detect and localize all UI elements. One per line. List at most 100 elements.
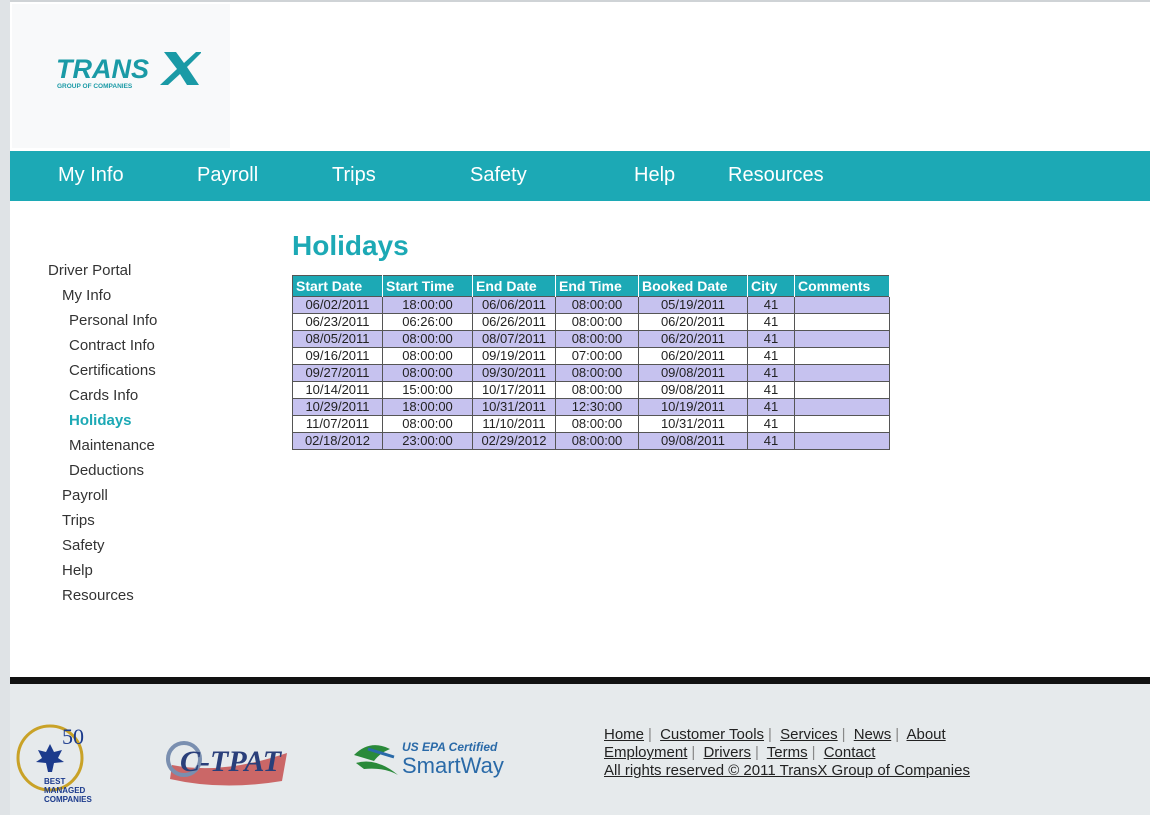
table-cell: 15:00:00: [382, 381, 473, 399]
table-cell: [794, 313, 890, 331]
table-cell: [794, 364, 890, 382]
nav-payroll[interactable]: Payroll: [197, 164, 258, 187]
footer-link-services[interactable]: Services: [780, 726, 838, 743]
table-cell: 05/19/2011: [638, 296, 748, 314]
table-cell: 10/29/2011: [292, 398, 383, 416]
footer-links-row-1: Home | Customer Tools | Services | News | Ab…: [604, 726, 946, 743]
table-row: 09/16/2011 08:00:00 09/19/2011 07:00:00 06/2…: [292, 347, 890, 365]
sidebar-item-personal-info[interactable]: Personal Info: [69, 312, 157, 329]
sidebar-item-maintenance[interactable]: Maintenance: [69, 437, 155, 454]
col-end-date: End Date: [472, 275, 556, 297]
nav-safety[interactable]: Safety: [470, 164, 527, 187]
table-row: 06/23/2011 06:26:00 06/26/2011 08:00:00 06/2…: [292, 313, 890, 331]
holidays-table-body: 06/02/2011 18:00:00 06/06/2011 08:00:00 05/1…: [292, 296, 890, 450]
table-row: 10/14/2011 15:00:00 10/17/2011 08:00:00 09/0…: [292, 381, 890, 399]
table-cell: 02/18/2012: [292, 432, 383, 450]
smartway-top-text: US EPA Certified: [402, 740, 498, 754]
sidebar-item-driver-portal[interactable]: Driver Portal: [48, 262, 131, 279]
col-booked-date: Booked Date: [638, 275, 748, 297]
table-cell: 06/26/2011: [472, 313, 556, 331]
footer-links-row-2: Employment | Drivers | Terms | Contact: [604, 744, 876, 761]
badge-text-2: MANAGED: [44, 786, 86, 795]
table-cell: 06/02/2011: [292, 296, 383, 314]
footer-link-terms[interactable]: Terms: [767, 744, 808, 761]
table-cell: 41: [747, 330, 795, 348]
table-cell: 10/31/2011: [472, 398, 556, 416]
table-cell: [794, 415, 890, 433]
table-cell: 08:00:00: [555, 432, 639, 450]
footer-copyright: All rights reserved © 2011 TransX Group …: [604, 762, 970, 779]
nav-help[interactable]: Help: [634, 164, 675, 187]
table-cell: 41: [747, 381, 795, 399]
col-start-time: Start Time: [382, 275, 473, 297]
footer-link-home[interactable]: Home: [604, 726, 644, 743]
sidebar-item-resources[interactable]: Resources: [62, 587, 134, 604]
nav-trips[interactable]: Trips: [332, 164, 376, 187]
table-row: 09/27/2011 08:00:00 09/30/2011 08:00:00 09/0…: [292, 364, 890, 382]
col-comments: Comments: [794, 275, 890, 297]
sidebar-item-help[interactable]: Help: [62, 562, 93, 579]
table-cell: 06/20/2011: [638, 313, 748, 331]
table-cell: 06/06/2011: [472, 296, 556, 314]
transx-logo[interactable]: TRANS GROUP OF COMPANIES: [56, 48, 201, 90]
logo-x-mark: [160, 52, 201, 85]
table-cell: 18:00:00: [382, 398, 473, 416]
table-cell: 09/08/2011: [638, 432, 748, 450]
table-cell: 08:00:00: [555, 381, 639, 399]
sidebar-item-trips[interactable]: Trips: [62, 512, 95, 529]
sidebar-item-holidays[interactable]: Holidays: [69, 412, 132, 429]
table-cell: 08:00:00: [555, 296, 639, 314]
sidebar-item-certifications[interactable]: Certifications: [69, 362, 156, 379]
table-cell: 06/20/2011: [638, 330, 748, 348]
ctpat-text: C-TPAT: [180, 745, 283, 778]
footer-link-about[interactable]: About: [906, 726, 945, 743]
sidebar-item-cards-info[interactable]: Cards Info: [69, 387, 138, 404]
table-cell: [794, 296, 890, 314]
table-cell: 09/19/2011: [472, 347, 556, 365]
nav-resources[interactable]: Resources: [728, 164, 824, 187]
table-cell: 10/19/2011: [638, 398, 748, 416]
sidebar-item-my-info[interactable]: My Info: [62, 287, 111, 304]
footer-link-drivers[interactable]: Drivers: [703, 744, 751, 761]
table-cell: 41: [747, 432, 795, 450]
table-cell: 09/08/2011: [638, 364, 748, 382]
footer-link-contact[interactable]: Contact: [824, 744, 876, 761]
table-cell: 06/23/2011: [292, 313, 383, 331]
table-row: 06/02/2011 18:00:00 06/06/2011 08:00:00 05/1…: [292, 296, 890, 314]
table-cell: 12:30:00: [555, 398, 639, 416]
table-cell: 07:00:00: [555, 347, 639, 365]
table-cell: 08:00:00: [555, 415, 639, 433]
table-cell: 41: [747, 296, 795, 314]
logo-tagline: GROUP OF COMPANIES: [57, 83, 133, 90]
badge-text-1: BEST: [44, 777, 65, 786]
badge-number: 50: [62, 724, 84, 749]
footer-link-customer-tools[interactable]: Customer Tools: [660, 726, 764, 743]
table-cell: 08/07/2011: [472, 330, 556, 348]
table-cell: 41: [747, 398, 795, 416]
smartway-main-text: SmartWay: [402, 753, 504, 778]
table-cell: 08:00:00: [555, 330, 639, 348]
table-cell: 11/07/2011: [292, 415, 383, 433]
table-cell: 11/10/2011: [472, 415, 556, 433]
table-cell: 41: [747, 415, 795, 433]
sidebar-item-contract-info[interactable]: Contract Info: [69, 337, 155, 354]
table-cell: 06:26:00: [382, 313, 473, 331]
table-cell: 08:00:00: [382, 364, 473, 382]
table-cell: 09/08/2011: [638, 381, 748, 399]
sidebar-item-safety[interactable]: Safety: [62, 537, 105, 554]
footer-link-news[interactable]: News: [854, 726, 892, 743]
sidebar-item-payroll[interactable]: Payroll: [62, 487, 108, 504]
col-end-time: End Time: [555, 275, 639, 297]
footer-link-employment[interactable]: Employment: [604, 744, 687, 761]
table-cell: [794, 330, 890, 348]
table-row: 02/18/2012 23:00:00 02/29/2012 08:00:00 09/0…: [292, 432, 890, 450]
maple-leaf-icon: [36, 744, 64, 772]
footer-divider: [10, 677, 1150, 684]
table-cell: 08:00:00: [382, 347, 473, 365]
nav-my-info[interactable]: My Info: [58, 164, 124, 187]
sidebar-item-deductions[interactable]: Deductions: [69, 462, 144, 479]
table-cell: 41: [747, 347, 795, 365]
table-cell: 10/17/2011: [472, 381, 556, 399]
ctpat-logo: C-TPAT: [166, 741, 287, 786]
table-cell: 09/16/2011: [292, 347, 383, 365]
